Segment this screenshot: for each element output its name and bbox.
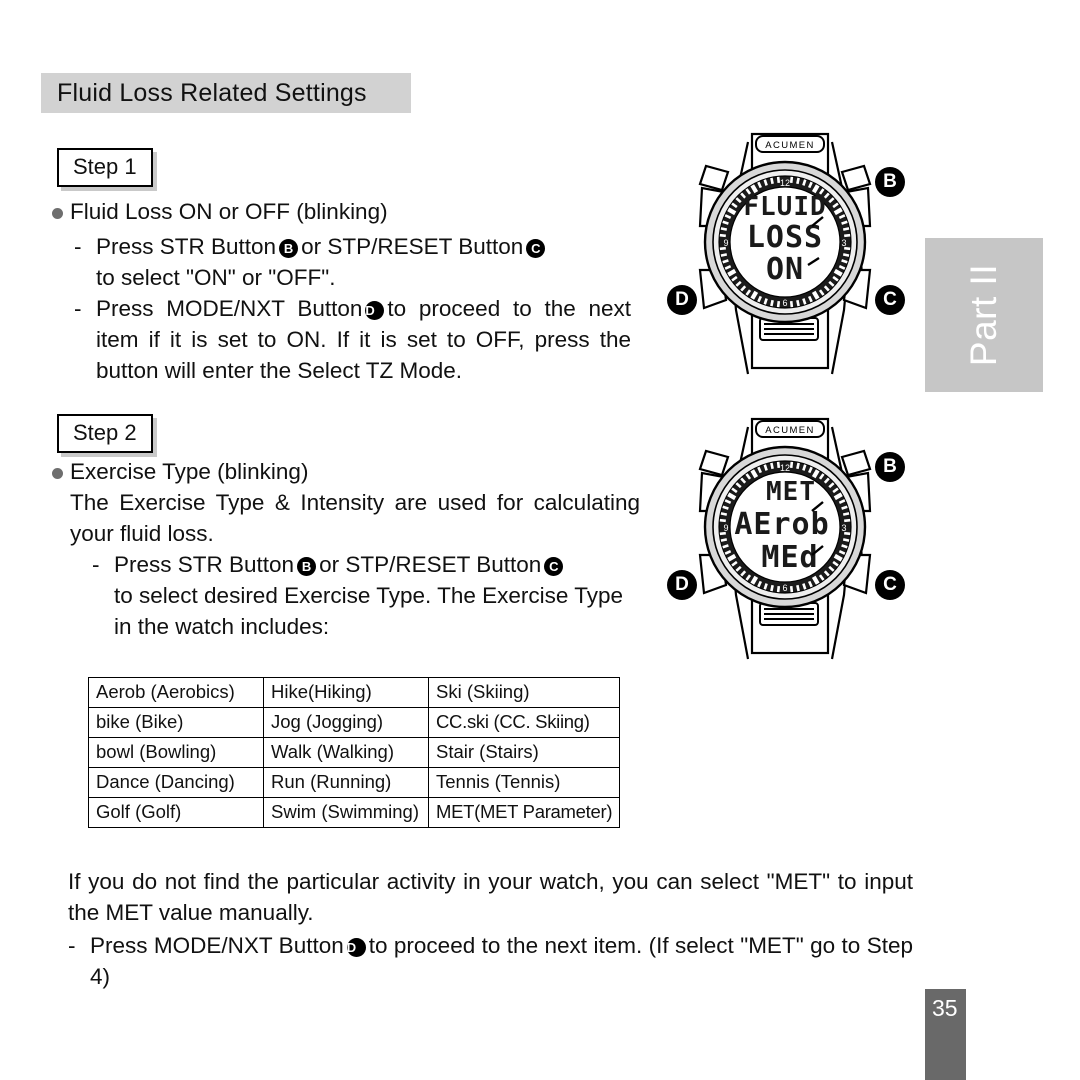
step-1-item-1-post: to select "ON" or "OFF". bbox=[96, 265, 336, 290]
watch-svg: ACUMEN 12 6 9 3 MET AErob MEd bbox=[698, 417, 872, 660]
manual-page: Fluid Loss Related Settings Step 1 Fluid… bbox=[0, 0, 1080, 1080]
table-cell: bowl (Bowling) bbox=[88, 737, 264, 768]
watch-illustration-step-1: ACUMEN 12 6 9 3 FLUID LOSS ON B C D bbox=[660, 130, 910, 380]
part-side-tab-label: Part II bbox=[963, 263, 1004, 367]
exercise-type-table: Aerob (Aerobics) Hike(Hiking) Ski (Skiing)… bbox=[88, 677, 621, 828]
step-1-item-1-pre: Press STR Button bbox=[96, 234, 277, 259]
table-cell: Swim (Swimming) bbox=[263, 797, 429, 828]
bezel-label-12: 12 bbox=[780, 178, 790, 188]
button-badge-d-icon: D bbox=[365, 301, 385, 320]
step-1-heading: Fluid Loss ON or OFF (blinking) bbox=[70, 199, 388, 224]
table-cell: Ski (Skiing) bbox=[427, 677, 621, 708]
table-row: Dance (Dancing) Run (Running) Tennis (Tenn… bbox=[88, 767, 621, 798]
watch-svg: ACUMEN 12 6 9 3 FLUID LOSS ON bbox=[698, 132, 872, 375]
closing-content: If you do not find the particular activi… bbox=[68, 866, 913, 992]
step-2-paragraph: The Exercise Type & Intensity are used f… bbox=[70, 490, 640, 546]
step-1-item-1-text: Press STR Button Bor STP/RESET Button C to… bbox=[96, 231, 631, 293]
lcd-line-1: MET bbox=[766, 477, 816, 507]
bezel-label-6: 6 bbox=[782, 298, 787, 308]
table-cell: Stair (Stairs) bbox=[427, 737, 621, 768]
step-1-item-2-pre: Press MODE/NXT Button bbox=[96, 296, 363, 321]
table-cell: Run (Running) bbox=[263, 767, 429, 798]
bezel-label-3: 3 bbox=[841, 238, 846, 248]
step-1-content: Fluid Loss ON or OFF (blinking) - Press … bbox=[52, 196, 632, 386]
dash-marker: - bbox=[74, 234, 82, 259]
table-cell: bike (Bike) bbox=[88, 707, 264, 738]
button-badge-b-icon: B bbox=[279, 239, 299, 258]
bezel-label-3: 3 bbox=[841, 523, 846, 533]
lcd-line-3: ON bbox=[766, 252, 804, 287]
lcd-line-1: FLUID bbox=[743, 192, 826, 222]
button-badge-c-icon: C bbox=[544, 557, 564, 576]
table-cell: MET(MET Parameter) bbox=[427, 797, 621, 828]
bezel-label-9: 9 bbox=[723, 238, 728, 248]
button-badge-c-icon: C bbox=[526, 239, 546, 258]
page-title: Fluid Loss Related Settings bbox=[57, 78, 367, 107]
button-badge-d-icon: D bbox=[346, 938, 366, 957]
button-badge-b-icon: B bbox=[297, 557, 317, 576]
step-1-item-2: - Press MODE/NXT Button Dto proceed to th… bbox=[52, 293, 632, 386]
table-cell: Golf (Golf) bbox=[88, 797, 264, 828]
bezel-label-6: 6 bbox=[782, 583, 787, 593]
section-header-bar: Fluid Loss Related Settings bbox=[41, 73, 411, 113]
watch-marker-b: B bbox=[875, 452, 905, 482]
step-2-item-1-pre: Press STR Button bbox=[114, 552, 295, 577]
table-cell: Jog (Jogging) bbox=[263, 707, 429, 738]
table-cell: CC.ski (CC. Skiing) bbox=[427, 707, 621, 738]
dash-marker: - bbox=[74, 296, 82, 321]
page-number: 35 bbox=[932, 995, 958, 1021]
bullet-dot-icon bbox=[52, 468, 63, 479]
table-cell: Hike(Hiking) bbox=[263, 677, 429, 708]
step-1-item-2-text: Press MODE/NXT Button Dto proceed to the … bbox=[96, 293, 631, 386]
table-row: Golf (Golf) Swim (Swimming) MET(MET Parame… bbox=[88, 797, 621, 828]
step-2-item-1-text: Press STR Button Bor STP/RESET Button C to… bbox=[114, 549, 632, 642]
step-1-badge: Step 1 bbox=[57, 148, 153, 187]
watch-marker-d: D bbox=[667, 285, 697, 315]
watch-marker-c: C bbox=[875, 570, 905, 600]
step-1-item-1-mid: or STP/RESET Button bbox=[301, 234, 524, 259]
step-2-badge: Step 2 bbox=[57, 414, 153, 453]
closing-paragraph: If you do not find the particular activi… bbox=[68, 869, 913, 925]
step-2-heading: Exercise Type (blinking) bbox=[70, 459, 309, 484]
bezel-label-12: 12 bbox=[780, 463, 790, 473]
table-cell: Dance (Dancing) bbox=[88, 767, 264, 798]
closing-item-text: Press MODE/NXT Button Dto proceed to the … bbox=[90, 930, 913, 992]
step-2-heading-line: Exercise Type (blinking) bbox=[52, 456, 632, 487]
watch-marker-c: C bbox=[875, 285, 905, 315]
table-row: bowl (Bowling) Walk (Walking) Stair (Stair… bbox=[88, 737, 621, 768]
table-cell: Walk (Walking) bbox=[263, 737, 429, 768]
watch-marker-d: D bbox=[667, 570, 697, 600]
watch-illustration-step-2: ACUMEN 12 6 9 3 MET AErob MEd B C D bbox=[660, 415, 910, 665]
lcd-line-2: AErob bbox=[734, 507, 829, 542]
table-cell: Tennis (Tennis) bbox=[427, 767, 621, 798]
table-row: bike (Bike) Jog (Jogging) CC.ski (CC. Skii… bbox=[88, 707, 621, 738]
step-2-content: Exercise Type (blinking) The Exercise Ty… bbox=[52, 456, 640, 642]
dash-marker: - bbox=[92, 552, 100, 577]
dash-marker: - bbox=[68, 933, 76, 958]
table-cell: Aerob (Aerobics) bbox=[88, 677, 264, 708]
table-row: Aerob (Aerobics) Hike(Hiking) Ski (Skiing) bbox=[88, 677, 621, 708]
lcd-line-3: MEd bbox=[761, 540, 818, 575]
bezel-label-9: 9 bbox=[723, 523, 728, 533]
page-number-bar: 35 bbox=[925, 989, 966, 1080]
step-1-item-1: - Press STR Button Bor STP/RESET Button C … bbox=[52, 231, 632, 293]
step-1-heading-line: Fluid Loss ON or OFF (blinking) bbox=[52, 196, 632, 227]
watch-brand-label: ACUMEN bbox=[765, 425, 815, 436]
watch-marker-b: B bbox=[875, 167, 905, 197]
closing-item: - Press MODE/NXT Button Dto proceed to th… bbox=[68, 930, 913, 992]
step-2-item-1: - Press STR Button Bor STP/RESET Button C … bbox=[52, 549, 632, 642]
step-2-item-1-post: to select desired Exercise Type. The Exe… bbox=[114, 583, 624, 639]
closing-item-pre: Press MODE/NXT Button bbox=[90, 933, 344, 958]
step-2-item-1-mid: or STP/RESET Button bbox=[319, 552, 542, 577]
bullet-dot-icon bbox=[52, 208, 63, 219]
watch-brand-label: ACUMEN bbox=[765, 140, 815, 151]
part-side-tab: Part II bbox=[925, 238, 1043, 392]
